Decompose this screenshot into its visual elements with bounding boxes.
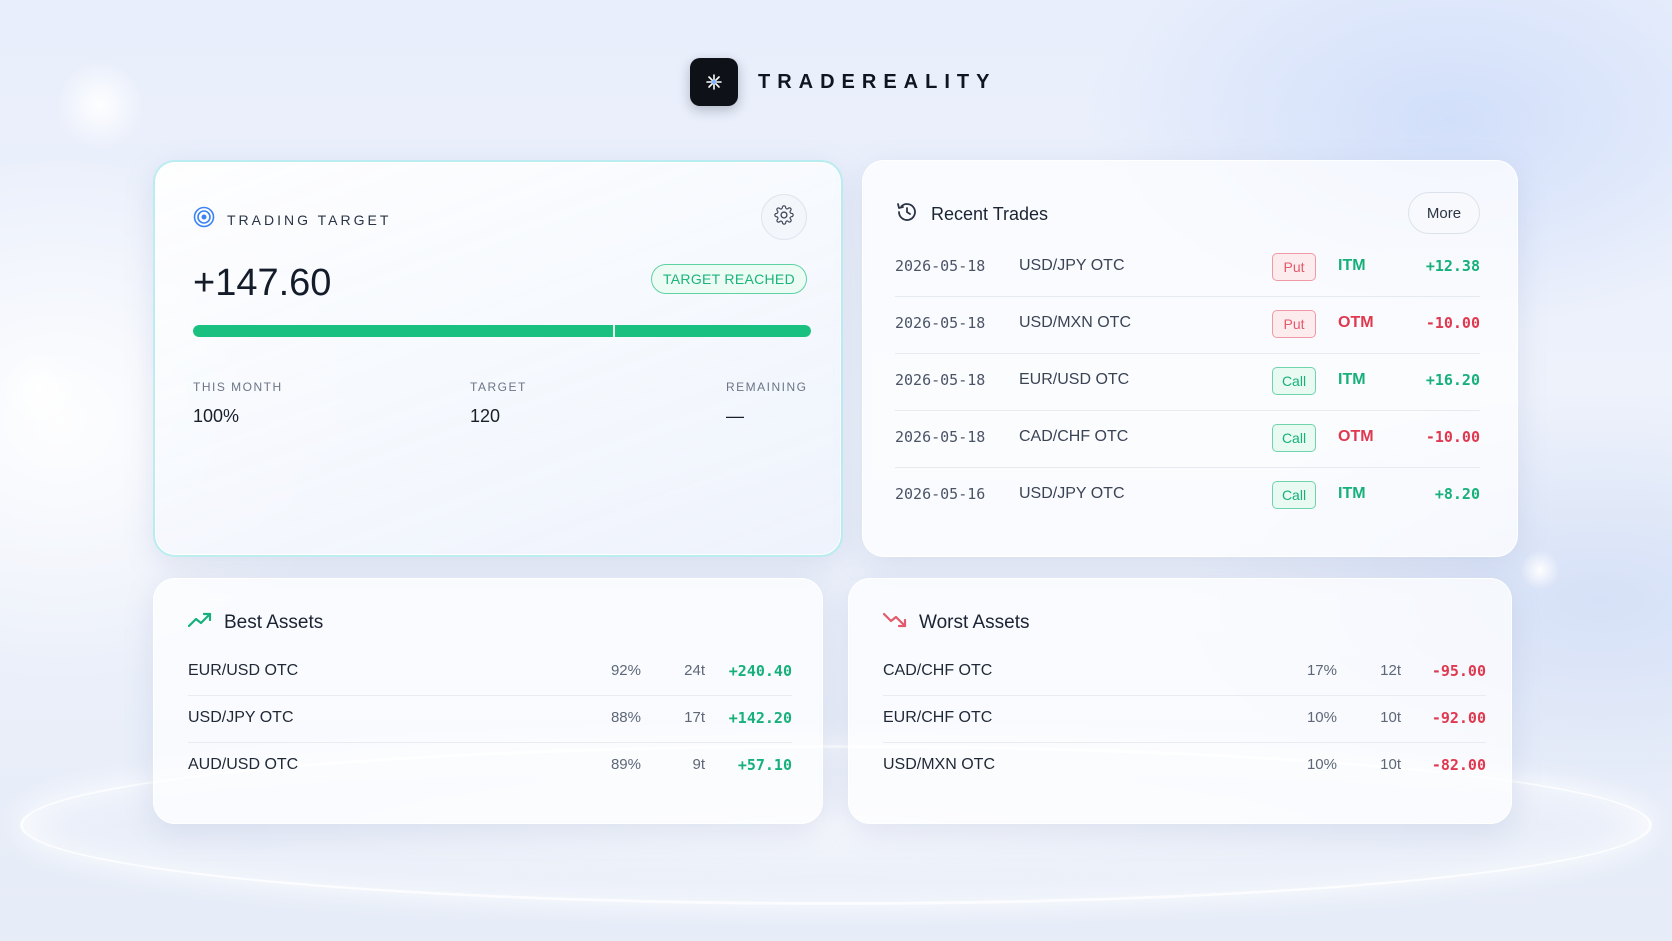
asset-win-rate: 89% [610, 756, 641, 773]
asset-profit-loss: +57.10 [737, 756, 792, 774]
asset-trade-count: 12t [1380, 662, 1401, 679]
trade-status: ITM [1338, 485, 1366, 502]
trade-asset: EUR/USD OTC [1019, 371, 1130, 388]
asset-trade-count: 10t [1380, 756, 1401, 773]
trade-asset: USD/JPY OTC [1019, 485, 1125, 502]
asset-row[interactable]: AUD/USD OTC 89% 9t +57.10 [188, 742, 792, 790]
stat-value: — [726, 406, 744, 426]
trading-target-header: TRADING TARGET [193, 206, 391, 233]
trade-direction-badge: Put [1272, 253, 1316, 281]
asset-profit-loss: +240.40 [728, 662, 792, 680]
asset-row[interactable]: USD/MXN OTC 10% 10t -82.00 [883, 742, 1486, 790]
trade-status: ITM [1338, 257, 1366, 274]
asset-profit-loss: -82.00 [1431, 756, 1486, 774]
trade-direction-badge: Put [1272, 310, 1316, 338]
trade-date: 2026-05-18 [895, 314, 986, 332]
stat-label: THIS MONTH [193, 380, 283, 394]
target-settings-button[interactable] [761, 194, 807, 240]
asset-profit-loss: +142.20 [728, 709, 792, 727]
best-assets-card: Best Assets EUR/USD OTC 92% 24t +240.40 USD/… [153, 578, 823, 824]
trade-profit-loss: +12.38 [1425, 257, 1480, 275]
recent-trades-header: Recent Trades [895, 200, 1048, 229]
trade-date: 2026-05-18 [895, 257, 986, 275]
trade-row[interactable]: 2026-05-18 CAD/CHF OTC Call OTM -10.00 [895, 411, 1480, 468]
trade-row[interactable]: 2026-05-16 USD/JPY OTC Call ITM +8.20 [895, 468, 1480, 525]
trending-down-icon [882, 611, 907, 634]
stat-label: TARGET [470, 380, 527, 394]
stat-target: TARGET 120 [470, 380, 527, 427]
asset-name: USD/MXN OTC [883, 756, 995, 773]
trading-target-card: TRADING TARGET +147.60 TARGET REACHED TH… [153, 160, 843, 557]
asset-win-rate: 10% [1306, 709, 1337, 726]
target-current-value: +147.60 [193, 262, 332, 304]
background-orb [1520, 550, 1560, 590]
trading-target-title: TRADING TARGET [227, 211, 392, 228]
trade-status: OTM [1338, 428, 1374, 445]
stat-this-month: THIS MONTH 100% [193, 380, 283, 427]
trade-profit-loss: -10.00 [1425, 428, 1480, 446]
brand-name: TRADEREALITY [758, 70, 997, 93]
trade-status: OTM [1338, 314, 1374, 331]
trade-direction-badge: Call [1272, 367, 1316, 395]
more-trades-button[interactable]: More [1408, 192, 1480, 234]
worst-assets-card: Worst Assets CAD/CHF OTC 17% 12t -95.00 EUR/… [848, 578, 1512, 824]
recent-trades-title: Recent Trades [931, 204, 1049, 224]
stat-value: 120 [470, 406, 501, 426]
target-icon [193, 206, 215, 233]
worst-assets-title: Worst Assets [919, 611, 1030, 633]
history-icon [895, 200, 919, 229]
trending-up-icon [187, 611, 212, 634]
asset-profit-loss: -92.00 [1431, 709, 1486, 727]
trade-asset: USD/JPY OTC [1019, 257, 1125, 274]
trade-row[interactable]: 2026-05-18 EUR/USD OTC Call ITM +16.20 [895, 354, 1480, 411]
trade-profit-loss: +8.20 [1434, 485, 1480, 503]
asset-trade-count: 9t [692, 756, 705, 773]
asset-name: USD/JPY OTC [188, 709, 294, 726]
stat-value: 100% [193, 406, 240, 426]
trade-direction-badge: Call [1272, 424, 1316, 452]
background-orb [0, 350, 80, 430]
trade-profit-loss: +16.20 [1425, 371, 1480, 389]
asset-name: CAD/CHF OTC [883, 662, 993, 679]
asset-win-rate: 10% [1306, 756, 1337, 773]
asset-name: EUR/USD OTC [188, 662, 299, 679]
stat-remaining: REMAINING — [726, 380, 808, 427]
asset-trade-count: 10t [1380, 709, 1401, 726]
asset-trade-count: 17t [684, 709, 705, 726]
trade-row[interactable]: 2026-05-18 USD/JPY OTC Put ITM +12.38 [895, 240, 1480, 297]
asset-row[interactable]: USD/JPY OTC 88% 17t +142.20 [188, 695, 792, 743]
background-orb [55, 60, 145, 150]
asset-trade-count: 24t [684, 662, 705, 679]
target-progress-bar [193, 325, 811, 337]
asset-row[interactable]: CAD/CHF OTC 17% 12t -95.00 [883, 648, 1486, 696]
best-assets-title: Best Assets [224, 611, 324, 633]
trade-date: 2026-05-16 [895, 485, 986, 503]
asset-profit-loss: -95.00 [1431, 662, 1486, 680]
target-progress-marker [613, 325, 615, 337]
asset-win-rate: 92% [610, 662, 641, 679]
stat-label: REMAINING [726, 380, 808, 394]
asset-row[interactable]: EUR/USD OTC 92% 24t +240.40 [188, 648, 792, 696]
asset-name: EUR/CHF OTC [883, 709, 993, 726]
spark-icon [690, 58, 738, 106]
asset-win-rate: 88% [610, 709, 641, 726]
trade-direction-badge: Call [1272, 481, 1316, 509]
asset-win-rate: 17% [1306, 662, 1337, 679]
trade-row[interactable]: 2026-05-18 USD/MXN OTC Put OTM -10.00 [895, 297, 1480, 354]
trade-asset: USD/MXN OTC [1019, 314, 1131, 331]
trade-asset: CAD/CHF OTC [1019, 428, 1129, 445]
brand-header: TRADEREALITY [690, 58, 996, 106]
trade-date: 2026-05-18 [895, 371, 986, 389]
target-status-badge: TARGET REACHED [650, 264, 807, 294]
trade-status: ITM [1338, 371, 1366, 388]
asset-name: AUD/USD OTC [188, 756, 299, 773]
recent-trades-card: Recent Trades More 2026-05-18 USD/JPY OTC… [862, 160, 1518, 557]
worst-assets-header: Worst Assets [882, 611, 1030, 634]
best-assets-header: Best Assets [187, 611, 324, 634]
trade-profit-loss: -10.00 [1425, 314, 1480, 332]
target-progress-fill [193, 325, 811, 337]
trade-date: 2026-05-18 [895, 428, 986, 446]
asset-row[interactable]: EUR/CHF OTC 10% 10t -92.00 [883, 695, 1486, 743]
gear-icon [774, 204, 794, 230]
